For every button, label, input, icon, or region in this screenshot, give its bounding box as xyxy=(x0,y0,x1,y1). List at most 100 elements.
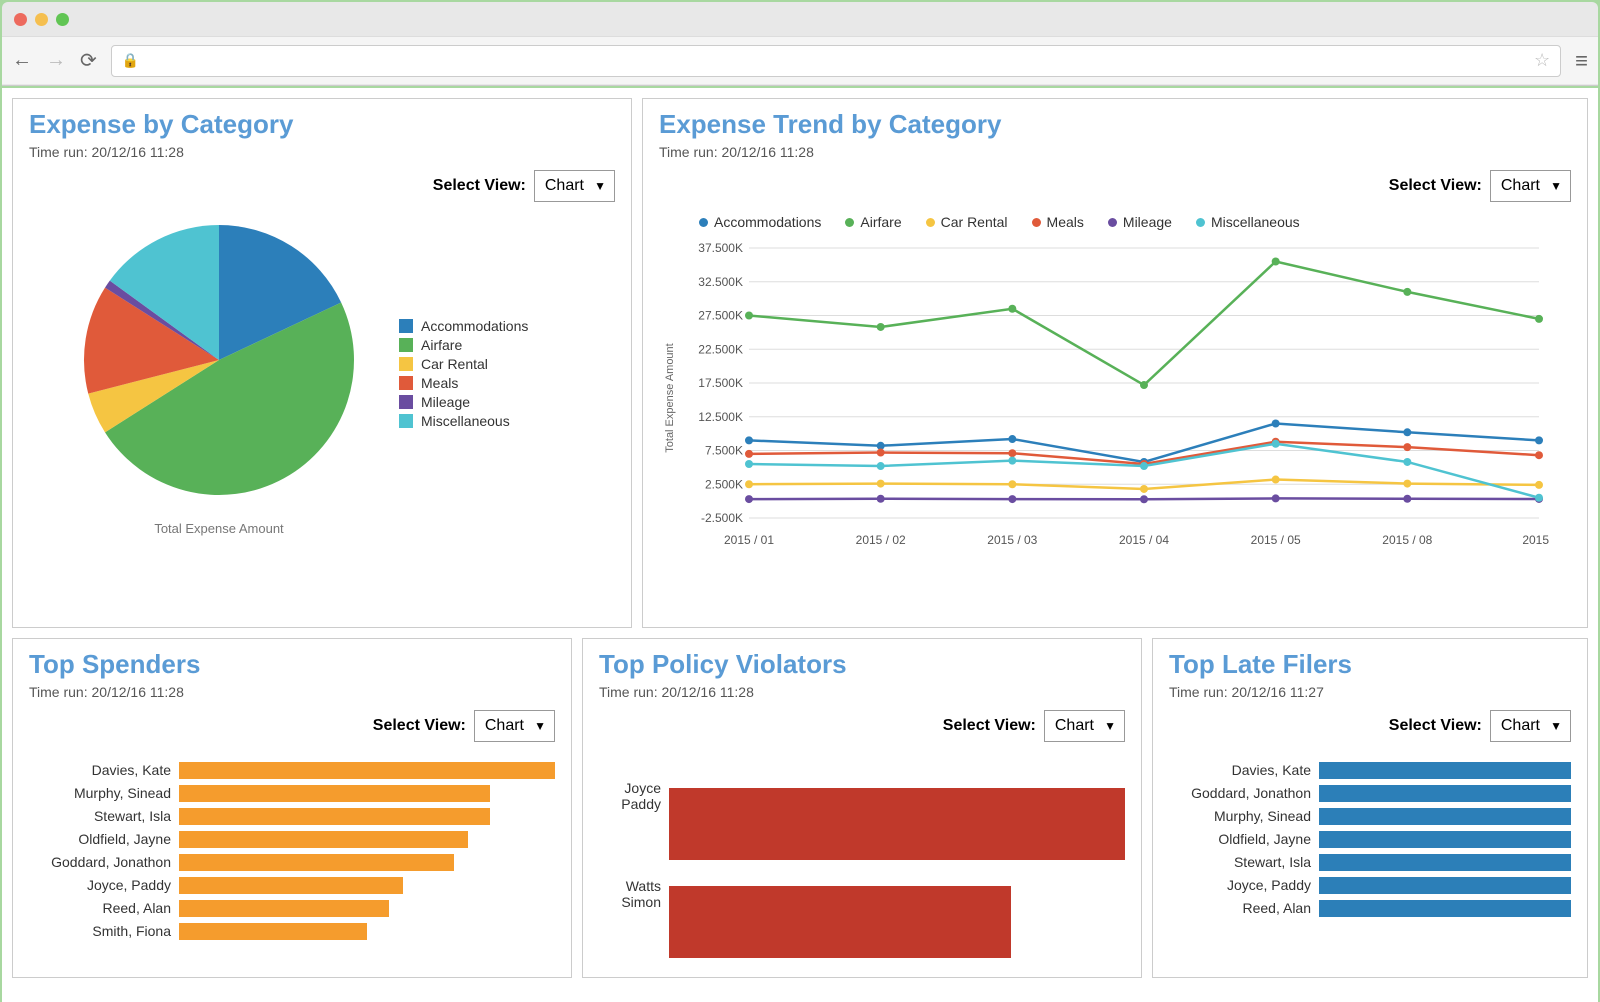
maximize-window-icon[interactable] xyxy=(56,13,69,26)
data-point[interactable] xyxy=(877,480,885,488)
select-view-dropdown[interactable]: Chart xyxy=(1490,710,1571,742)
data-point[interactable] xyxy=(745,312,753,320)
legend-item[interactable]: Meals xyxy=(399,375,528,391)
data-point[interactable] xyxy=(745,480,753,488)
bar-row: Murphy, Sinead xyxy=(29,783,555,803)
bar[interactable] xyxy=(179,762,555,779)
bar[interactable] xyxy=(179,877,403,894)
lock-icon: 🔒 xyxy=(122,52,139,69)
data-point[interactable] xyxy=(877,462,885,470)
bar[interactable] xyxy=(179,831,468,848)
data-point[interactable] xyxy=(1140,462,1148,470)
bar[interactable] xyxy=(1319,900,1571,917)
data-point[interactable] xyxy=(1272,476,1280,484)
forward-button[interactable]: → xyxy=(46,49,66,72)
minimize-window-icon[interactable] xyxy=(35,13,48,26)
data-point[interactable] xyxy=(1403,480,1411,488)
reload-button[interactable]: ⟳ xyxy=(80,48,97,73)
data-point[interactable] xyxy=(1008,435,1016,443)
bar[interactable] xyxy=(179,923,367,940)
bar-row: WattsSimon xyxy=(599,858,1125,930)
data-point[interactable] xyxy=(1403,428,1411,436)
bar-row: Oldfield, Jayne xyxy=(1169,829,1571,849)
legend-item[interactable]: Mileage xyxy=(1108,214,1172,230)
bar[interactable] xyxy=(1319,762,1571,779)
data-point[interactable] xyxy=(877,323,885,331)
bar[interactable] xyxy=(669,886,1011,958)
legend-item[interactable]: Car Rental xyxy=(926,214,1008,230)
close-window-icon[interactable] xyxy=(14,13,27,26)
bar[interactable] xyxy=(1319,877,1571,894)
data-point[interactable] xyxy=(1008,480,1016,488)
bookmark-icon[interactable]: ☆ xyxy=(1534,50,1550,71)
select-view-label: Select View: xyxy=(433,177,526,195)
bar[interactable] xyxy=(669,788,1125,860)
bar[interactable] xyxy=(1319,831,1571,848)
bar[interactable] xyxy=(179,854,454,871)
bar-label: Stewart, Isla xyxy=(1169,854,1319,870)
data-point[interactable] xyxy=(1008,449,1016,457)
bar[interactable] xyxy=(179,900,389,917)
data-point[interactable] xyxy=(745,460,753,468)
select-view-row: Select View: Chart xyxy=(1169,710,1571,742)
data-point[interactable] xyxy=(1140,485,1148,493)
legend-item[interactable]: Airfare xyxy=(399,337,528,353)
bar[interactable] xyxy=(179,808,490,825)
data-point[interactable] xyxy=(877,449,885,457)
data-point[interactable] xyxy=(1008,305,1016,313)
data-point[interactable] xyxy=(1403,458,1411,466)
bar[interactable] xyxy=(1319,808,1571,825)
legend-item[interactable]: Accommodations xyxy=(699,214,821,230)
select-view-dropdown[interactable]: Chart xyxy=(1044,710,1125,742)
data-point[interactable] xyxy=(1403,288,1411,296)
legend-item[interactable]: Meals xyxy=(1032,214,1084,230)
data-point[interactable] xyxy=(1272,440,1280,448)
data-point[interactable] xyxy=(1272,420,1280,428)
data-point[interactable] xyxy=(1008,495,1016,503)
svg-text:32.500K: 32.500K xyxy=(698,275,743,289)
legend-item[interactable]: Car Rental xyxy=(399,356,528,372)
legend-item[interactable]: Miscellaneous xyxy=(1196,214,1300,230)
data-point[interactable] xyxy=(745,436,753,444)
bar[interactable] xyxy=(1319,785,1571,802)
bar-label: Reed, Alan xyxy=(29,900,179,916)
url-input[interactable]: 🔒 ☆ xyxy=(111,45,1561,77)
data-point[interactable] xyxy=(745,450,753,458)
bar-label: Davies, Kate xyxy=(29,762,179,778)
back-button[interactable]: ← xyxy=(12,49,32,72)
bar[interactable] xyxy=(179,785,490,802)
select-view-dropdown[interactable]: Chart xyxy=(474,710,555,742)
select-view-dropdown[interactable]: Chart xyxy=(1490,170,1571,202)
menu-icon[interactable]: ≡ xyxy=(1575,48,1588,74)
legend-item[interactable]: Miscellaneous xyxy=(399,413,528,429)
data-point[interactable] xyxy=(1140,381,1148,389)
data-point[interactable] xyxy=(1272,494,1280,502)
trend-line-chart: -2.500K2.500K7.500K12.500K17.500K22.500K… xyxy=(659,238,1549,558)
data-point[interactable] xyxy=(1535,481,1543,489)
bar-row: Reed, Alan xyxy=(29,898,555,918)
data-point[interactable] xyxy=(745,495,753,503)
trend-line-airfare[interactable] xyxy=(749,262,1539,386)
data-point[interactable] xyxy=(1140,495,1148,503)
svg-text:2015 / 05: 2015 / 05 xyxy=(1251,533,1301,547)
data-point[interactable] xyxy=(1535,436,1543,444)
legend-item[interactable]: Accommodations xyxy=(399,318,528,334)
data-point[interactable] xyxy=(1403,443,1411,451)
bar[interactable] xyxy=(1319,854,1571,871)
select-view-dropdown[interactable]: Chart xyxy=(534,170,615,202)
svg-text:22.500K: 22.500K xyxy=(698,342,743,356)
data-point[interactable] xyxy=(1272,258,1280,266)
legend-item[interactable]: Airfare xyxy=(845,214,901,230)
trend-line-accommodations[interactable] xyxy=(749,424,1539,462)
time-run-label: Time run: 20/12/16 11:28 xyxy=(29,684,555,700)
data-point[interactable] xyxy=(877,495,885,503)
data-point[interactable] xyxy=(1403,495,1411,503)
bar-row: Stewart, Isla xyxy=(29,806,555,826)
data-point[interactable] xyxy=(1535,315,1543,323)
bar-row: Oldfield, Jayne xyxy=(29,829,555,849)
data-point[interactable] xyxy=(1535,451,1543,459)
data-point[interactable] xyxy=(1008,457,1016,465)
legend-item[interactable]: Mileage xyxy=(399,394,528,410)
select-view-label: Select View: xyxy=(1389,177,1482,195)
data-point[interactable] xyxy=(1535,494,1543,502)
